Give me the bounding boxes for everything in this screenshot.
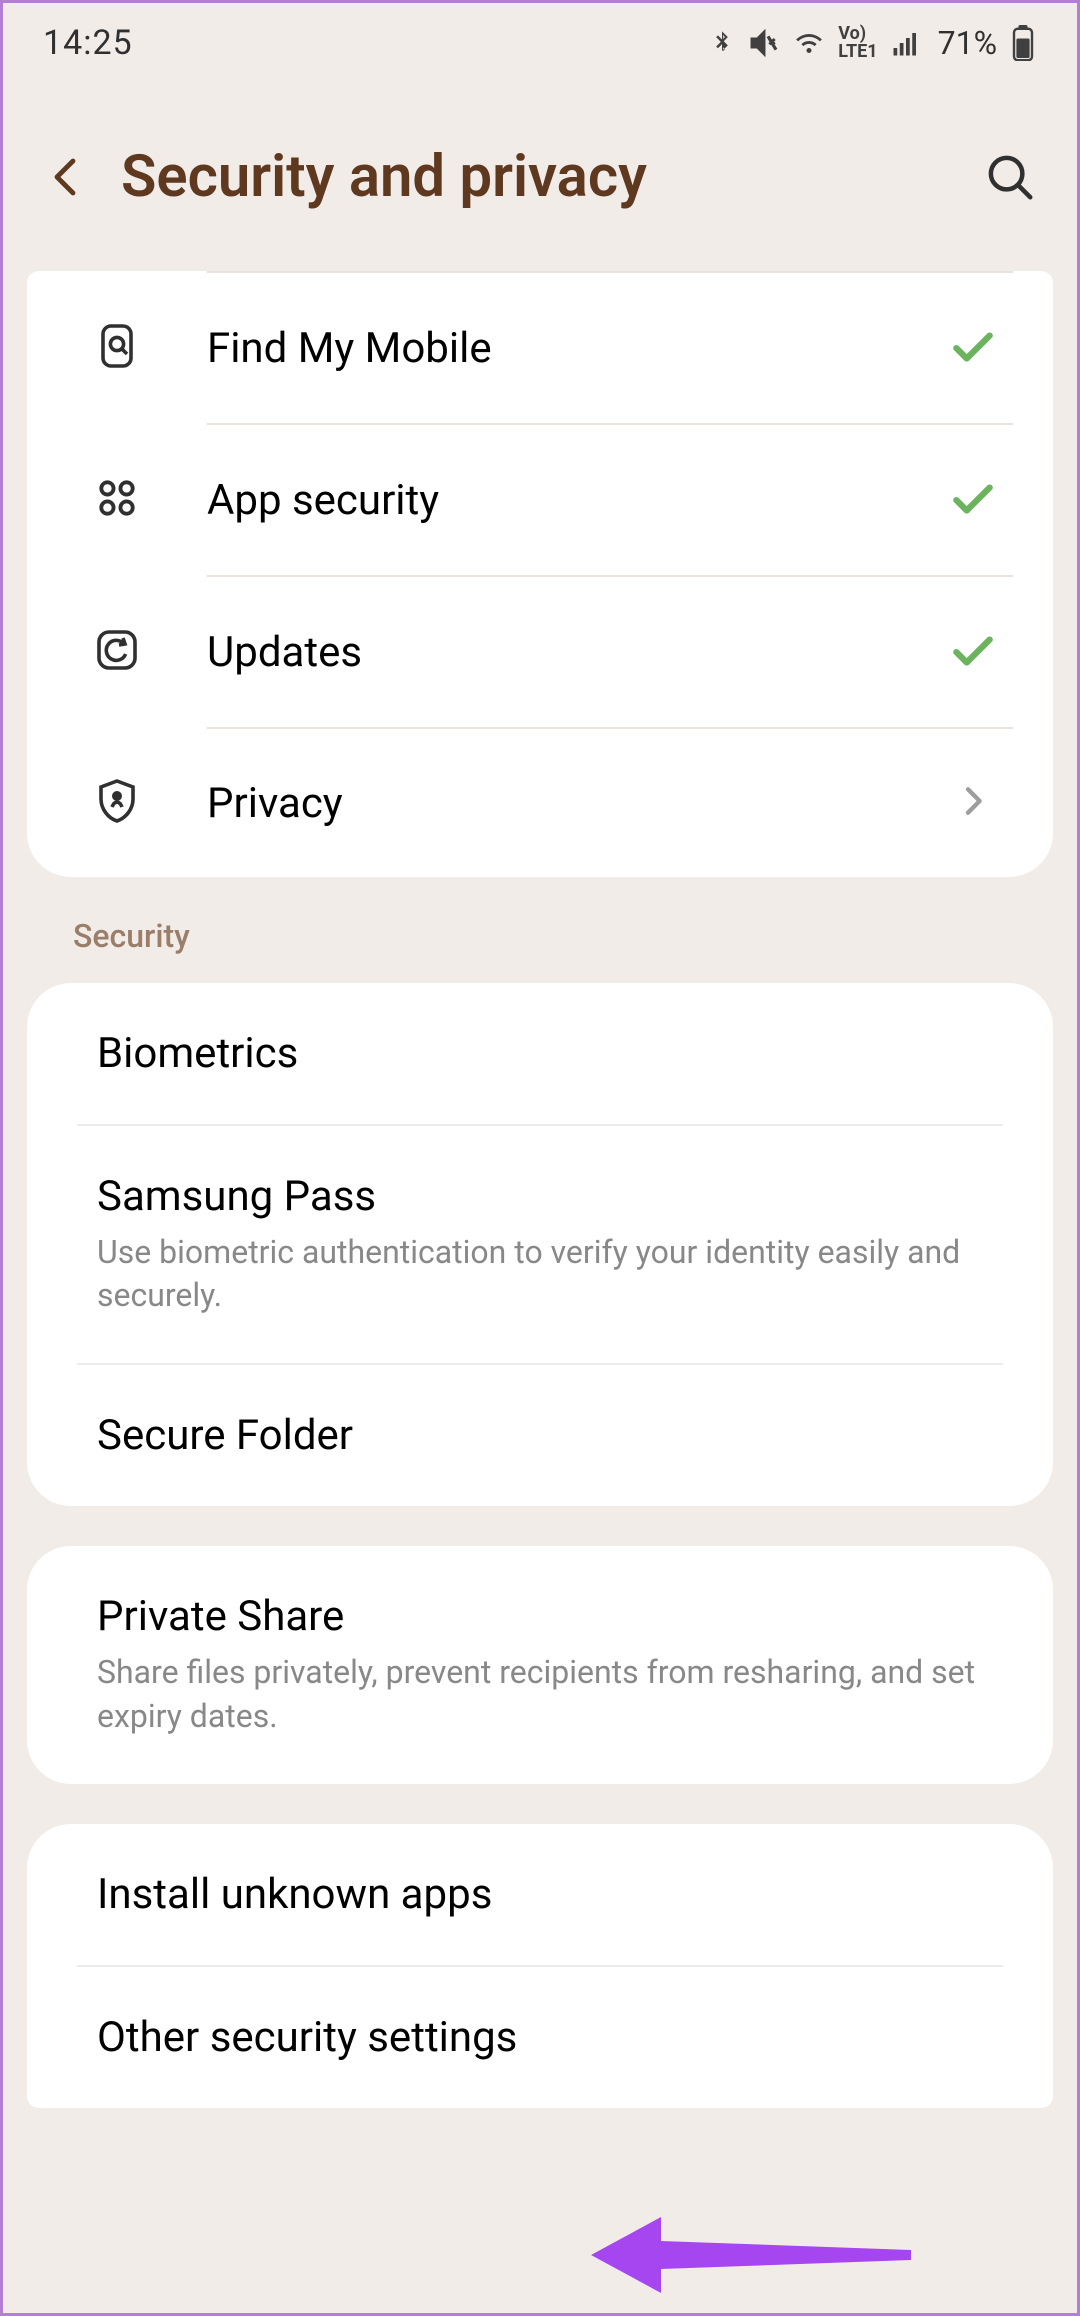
wifi-icon bbox=[792, 28, 826, 58]
battery-text: 71% bbox=[938, 24, 997, 62]
apps-icon bbox=[94, 475, 140, 525]
row-app-security[interactable]: App security bbox=[27, 425, 1053, 575]
page-title: Security and privacy bbox=[121, 143, 953, 211]
row-privacy[interactable]: Privacy bbox=[27, 729, 1053, 877]
row-label: Find My Mobile bbox=[207, 324, 492, 373]
row-label: Samsung Pass bbox=[97, 1172, 983, 1221]
row-secure-folder[interactable]: Secure Folder bbox=[27, 1365, 1053, 1506]
row-subtitle: Use biometric authentication to verify y… bbox=[97, 1231, 983, 1317]
battery-icon bbox=[1009, 25, 1037, 61]
check-icon bbox=[948, 625, 998, 679]
annotation-arrow-icon bbox=[591, 2205, 911, 2309]
row-label: Other security settings bbox=[97, 2013, 983, 2062]
search-icon[interactable] bbox=[983, 150, 1037, 204]
row-install-unknown-apps[interactable]: Install unknown apps bbox=[27, 1824, 1053, 1965]
volte-icon: Vo)LTE1 bbox=[838, 25, 877, 61]
privacy-shield-icon bbox=[93, 777, 141, 829]
status-time: 14:25 bbox=[43, 23, 133, 63]
row-biometrics[interactable]: Biometrics bbox=[27, 983, 1053, 1124]
updates-icon bbox=[93, 626, 141, 678]
row-find-my-mobile[interactable]: Find My Mobile bbox=[27, 273, 1053, 423]
signal-icon bbox=[890, 28, 922, 58]
card-status: Find My Mobile App security Updates bbox=[27, 271, 1053, 877]
section-header-security: Security bbox=[3, 917, 1077, 983]
mute-icon bbox=[748, 27, 780, 59]
row-samsung-pass[interactable]: Samsung Pass Use biometric authenticatio… bbox=[27, 1126, 1053, 1363]
row-label: Install unknown apps bbox=[97, 1870, 983, 1919]
row-label: App security bbox=[207, 476, 439, 525]
row-other-security-settings[interactable]: Other security settings bbox=[27, 1967, 1053, 2108]
row-label: Updates bbox=[207, 628, 362, 677]
bluetooth-icon bbox=[708, 27, 736, 59]
row-label: Biometrics bbox=[97, 1029, 983, 1078]
row-label: Secure Folder bbox=[97, 1411, 983, 1460]
row-private-share[interactable]: Private Share Share files privately, pre… bbox=[27, 1546, 1053, 1783]
check-icon bbox=[948, 473, 998, 527]
card-security: Biometrics Samsung Pass Use biometric au… bbox=[27, 983, 1053, 1506]
back-icon[interactable] bbox=[43, 153, 91, 201]
card-private-share: Private Share Share files privately, pre… bbox=[27, 1546, 1053, 1783]
status-bar: 14:25 Vo)LTE1 71% bbox=[3, 3, 1077, 83]
chevron-right-icon bbox=[953, 781, 993, 825]
row-updates[interactable]: Updates bbox=[27, 577, 1053, 727]
find-my-mobile-icon bbox=[93, 322, 141, 374]
page-header: Security and privacy bbox=[3, 83, 1077, 271]
row-subtitle: Share files privately, prevent recipient… bbox=[97, 1651, 983, 1737]
card-other: Install unknown apps Other security sett… bbox=[27, 1824, 1053, 2108]
check-icon bbox=[948, 321, 998, 375]
status-indicators: Vo)LTE1 71% bbox=[708, 24, 1037, 62]
row-label: Privacy bbox=[207, 779, 343, 828]
row-label: Private Share bbox=[97, 1592, 983, 1641]
